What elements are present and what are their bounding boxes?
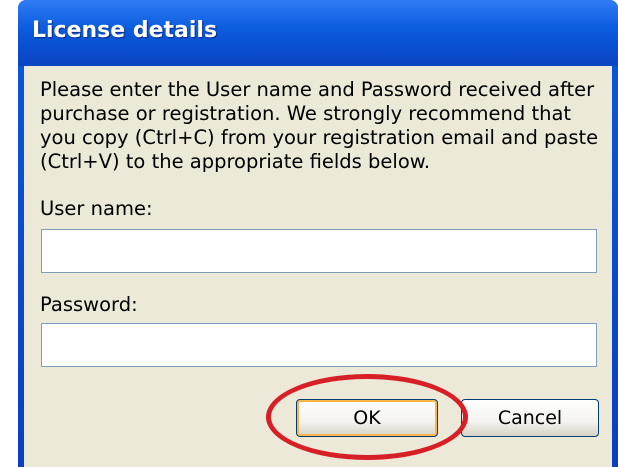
password-label: Password: xyxy=(40,293,138,316)
dialog-title: License details xyxy=(32,18,218,43)
license-dialog: License details Please enter the User na… xyxy=(18,0,618,467)
cancel-button[interactable]: Cancel xyxy=(461,399,599,437)
ok-button[interactable]: OK xyxy=(296,399,438,437)
password-field[interactable] xyxy=(41,323,597,367)
title-bar[interactable]: License details xyxy=(18,0,618,66)
dialog-body: Please enter the User name and Password … xyxy=(24,66,612,467)
instructions-text: Please enter the User name and Password … xyxy=(40,78,599,173)
username-field[interactable] xyxy=(41,229,597,273)
username-label: User name: xyxy=(40,197,153,220)
